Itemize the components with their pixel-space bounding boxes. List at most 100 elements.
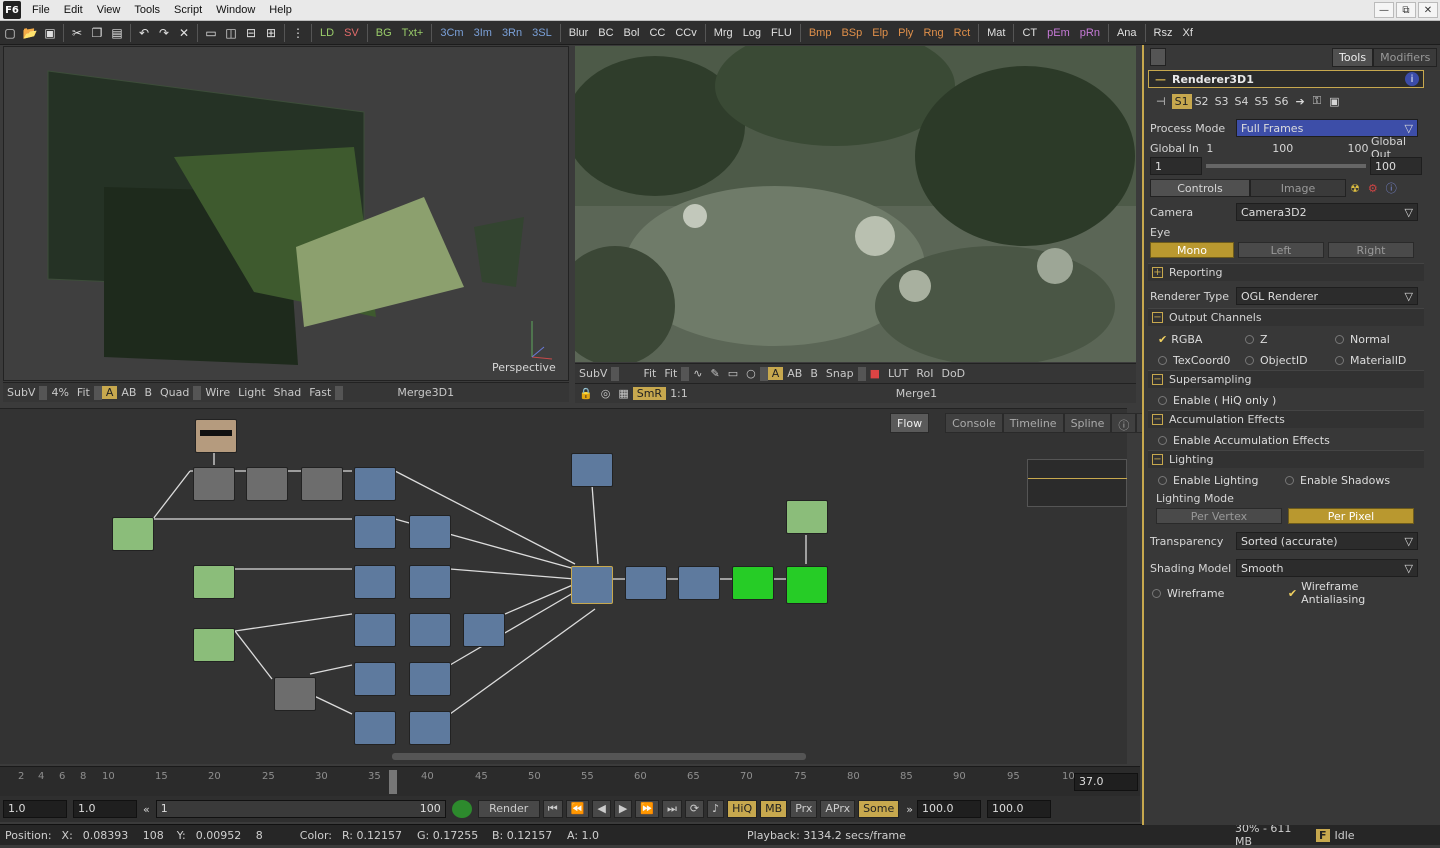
shading-select[interactable]: Smooth ▽	[1236, 559, 1418, 577]
slot-2[interactable]: S2	[1192, 94, 1212, 109]
node-renderer3d[interactable]	[678, 566, 720, 600]
reporting-section[interactable]: + Reporting	[1148, 263, 1424, 281]
collapse-icon[interactable]: —	[1149, 73, 1172, 86]
supersampling-section[interactable]: − Supersampling	[1148, 370, 1424, 388]
tool-rsz-button[interactable]: Rsz	[1149, 27, 1178, 39]
view-ab-button[interactable]: AB	[117, 386, 140, 399]
tool-mrg-button[interactable]: Mrg	[709, 27, 738, 39]
global-end-field[interactable]: 100.0	[987, 800, 1052, 818]
subtab-image[interactable]: Image	[1250, 179, 1346, 197]
node-loader-2[interactable]	[193, 565, 235, 599]
tab-flow[interactable]: Flow	[890, 413, 930, 433]
tool-bol-button[interactable]: Bol	[619, 27, 645, 39]
close-button[interactable]: ✕	[1418, 2, 1438, 18]
audio-icon[interactable]: ♪	[707, 800, 725, 818]
subtab-controls[interactable]: Controls	[1150, 179, 1250, 197]
paste-icon[interactable]: ▤	[107, 24, 127, 42]
node-camera[interactable]	[571, 453, 613, 487]
target-icon[interactable]: ◎	[597, 387, 615, 400]
node-imageplane-2[interactable]	[354, 515, 396, 549]
eye-left-button[interactable]: Left	[1238, 242, 1324, 258]
node-transform-1[interactable]	[193, 467, 235, 501]
tool-header[interactable]: — Renderer3D1 i	[1148, 70, 1424, 88]
loop-icon[interactable]: ⟳	[684, 800, 705, 818]
node-shape-2[interactable]	[409, 565, 451, 599]
wireframe-aa-checkbox[interactable]: ✔ Wireframe Antialiasing	[1288, 580, 1426, 606]
gear-icon[interactable]: ⚙	[1364, 182, 1382, 195]
tool-3im-button[interactable]: 3Im	[469, 27, 497, 39]
flow-editor[interactable]	[0, 408, 1127, 764]
node-shape-6[interactable]	[409, 711, 451, 745]
node-background[interactable]	[786, 500, 828, 534]
tool-bc-button[interactable]: BC	[593, 27, 618, 39]
flow-navigator[interactable]	[1027, 459, 1127, 507]
menu-help[interactable]: Help	[262, 4, 299, 16]
current-frame-field[interactable]: 37.0	[1074, 773, 1138, 791]
first-frame-icon[interactable]: ⏮	[542, 800, 563, 818]
menu-window[interactable]: Window	[209, 4, 262, 16]
rectangle-icon[interactable]: ▭	[724, 367, 742, 380]
snap-button[interactable]: Snap	[822, 367, 858, 380]
tool-bsp-button[interactable]: BSp	[836, 27, 867, 39]
view-b-button-2[interactable]: B	[806, 367, 822, 380]
slot-1[interactable]: S1	[1171, 93, 1192, 109]
panel-collapse-icon[interactable]	[1150, 48, 1166, 66]
render-start-field[interactable]: 1.0	[73, 800, 137, 818]
per-vertex-button[interactable]: Per Vertex	[1156, 508, 1282, 524]
layout-single-icon[interactable]: ▭	[201, 24, 221, 42]
last-frame-icon[interactable]: ⏭	[661, 800, 682, 818]
info-icon[interactable]: i	[1405, 72, 1419, 86]
camera-select[interactable]: Camera3D2 ▽	[1236, 203, 1418, 221]
tool-ply-button[interactable]: Ply	[893, 27, 918, 39]
channel-objectid-checkbox[interactable]: ObjectID	[1245, 354, 1335, 367]
channel-icon[interactable]: ■	[866, 367, 884, 380]
node-merge3d[interactable]	[571, 566, 613, 604]
range-slider[interactable]: 1 100	[155, 800, 446, 818]
fast-button[interactable]: Fast	[305, 386, 335, 399]
channel-rgba-checkbox[interactable]: ✔ RGBA	[1150, 333, 1245, 346]
enable-lighting-checkbox[interactable]: Enable Lighting	[1150, 474, 1285, 487]
paint-icon[interactable]: ✎	[707, 367, 724, 380]
prev-key-icon[interactable]: ⏪	[565, 800, 590, 818]
tool-bg-button[interactable]: BG	[371, 27, 397, 39]
copy-icon[interactable]: ❐	[87, 24, 107, 42]
redo-icon[interactable]: ↷	[154, 24, 174, 42]
smr-button[interactable]: SmR	[632, 387, 667, 400]
tab-tools[interactable]: Tools	[1332, 48, 1374, 67]
node-shape-5[interactable]	[409, 662, 451, 696]
some-button[interactable]: Some	[858, 800, 900, 818]
view-a-button[interactable]: A	[101, 386, 118, 399]
node-transform-3[interactable]	[301, 467, 343, 501]
timeline-ruler[interactable]: 2 4 6 8 10 15 20 25 30 35 40 45 50 55 60 65 70 75 80 85 90 95…	[0, 766, 1140, 796]
node-shape-1[interactable]	[409, 515, 451, 549]
info-icon[interactable]: ⓘ	[1111, 413, 1137, 433]
save-settings-icon[interactable]: ▣	[1325, 95, 1343, 108]
subv-button[interactable]: SubV	[3, 386, 39, 399]
key-icon[interactable]: ⚿	[1309, 94, 1325, 108]
tool-pem-button[interactable]: pEm	[1042, 27, 1075, 39]
curve-icon[interactable]: ∿	[689, 367, 706, 380]
shad-button[interactable]: Shad	[270, 386, 306, 399]
tool-xf-button[interactable]: Xf	[1177, 27, 1197, 39]
layout-three-icon[interactable]: ⊟	[241, 24, 261, 42]
render-end-field[interactable]: 100.0	[917, 800, 982, 818]
tool-bmp-button[interactable]: Bmp	[804, 27, 837, 39]
tool-ct-button[interactable]: CT	[1017, 27, 1042, 39]
restore-button[interactable]: ⧉	[1396, 2, 1416, 18]
dod-button[interactable]: DoD	[937, 367, 969, 380]
subv-button-2[interactable]: SubV	[575, 367, 611, 380]
channel-texcoord-checkbox[interactable]: TexCoord0	[1150, 354, 1245, 367]
tool-sv-button[interactable]: SV	[339, 27, 364, 39]
wireframe-checkbox[interactable]: Wireframe	[1150, 587, 1288, 600]
tool-log-button[interactable]: Log	[738, 27, 766, 39]
play-icon[interactable]: ▶	[613, 800, 633, 818]
slot-5[interactable]: S5	[1252, 94, 1272, 109]
viewer-3d-perspective[interactable]: Perspective	[3, 46, 569, 381]
output-channels-section[interactable]: − Output Channels	[1148, 308, 1424, 326]
node-loader-4[interactable]	[274, 677, 316, 711]
node-merge1[interactable]	[786, 566, 828, 604]
global-start-field[interactable]: 1.0	[3, 800, 67, 818]
menu-view[interactable]: View	[90, 4, 128, 16]
layout-four-icon[interactable]: ⊞	[261, 24, 281, 42]
transparency-select[interactable]: Sorted (accurate) ▽	[1236, 532, 1418, 550]
